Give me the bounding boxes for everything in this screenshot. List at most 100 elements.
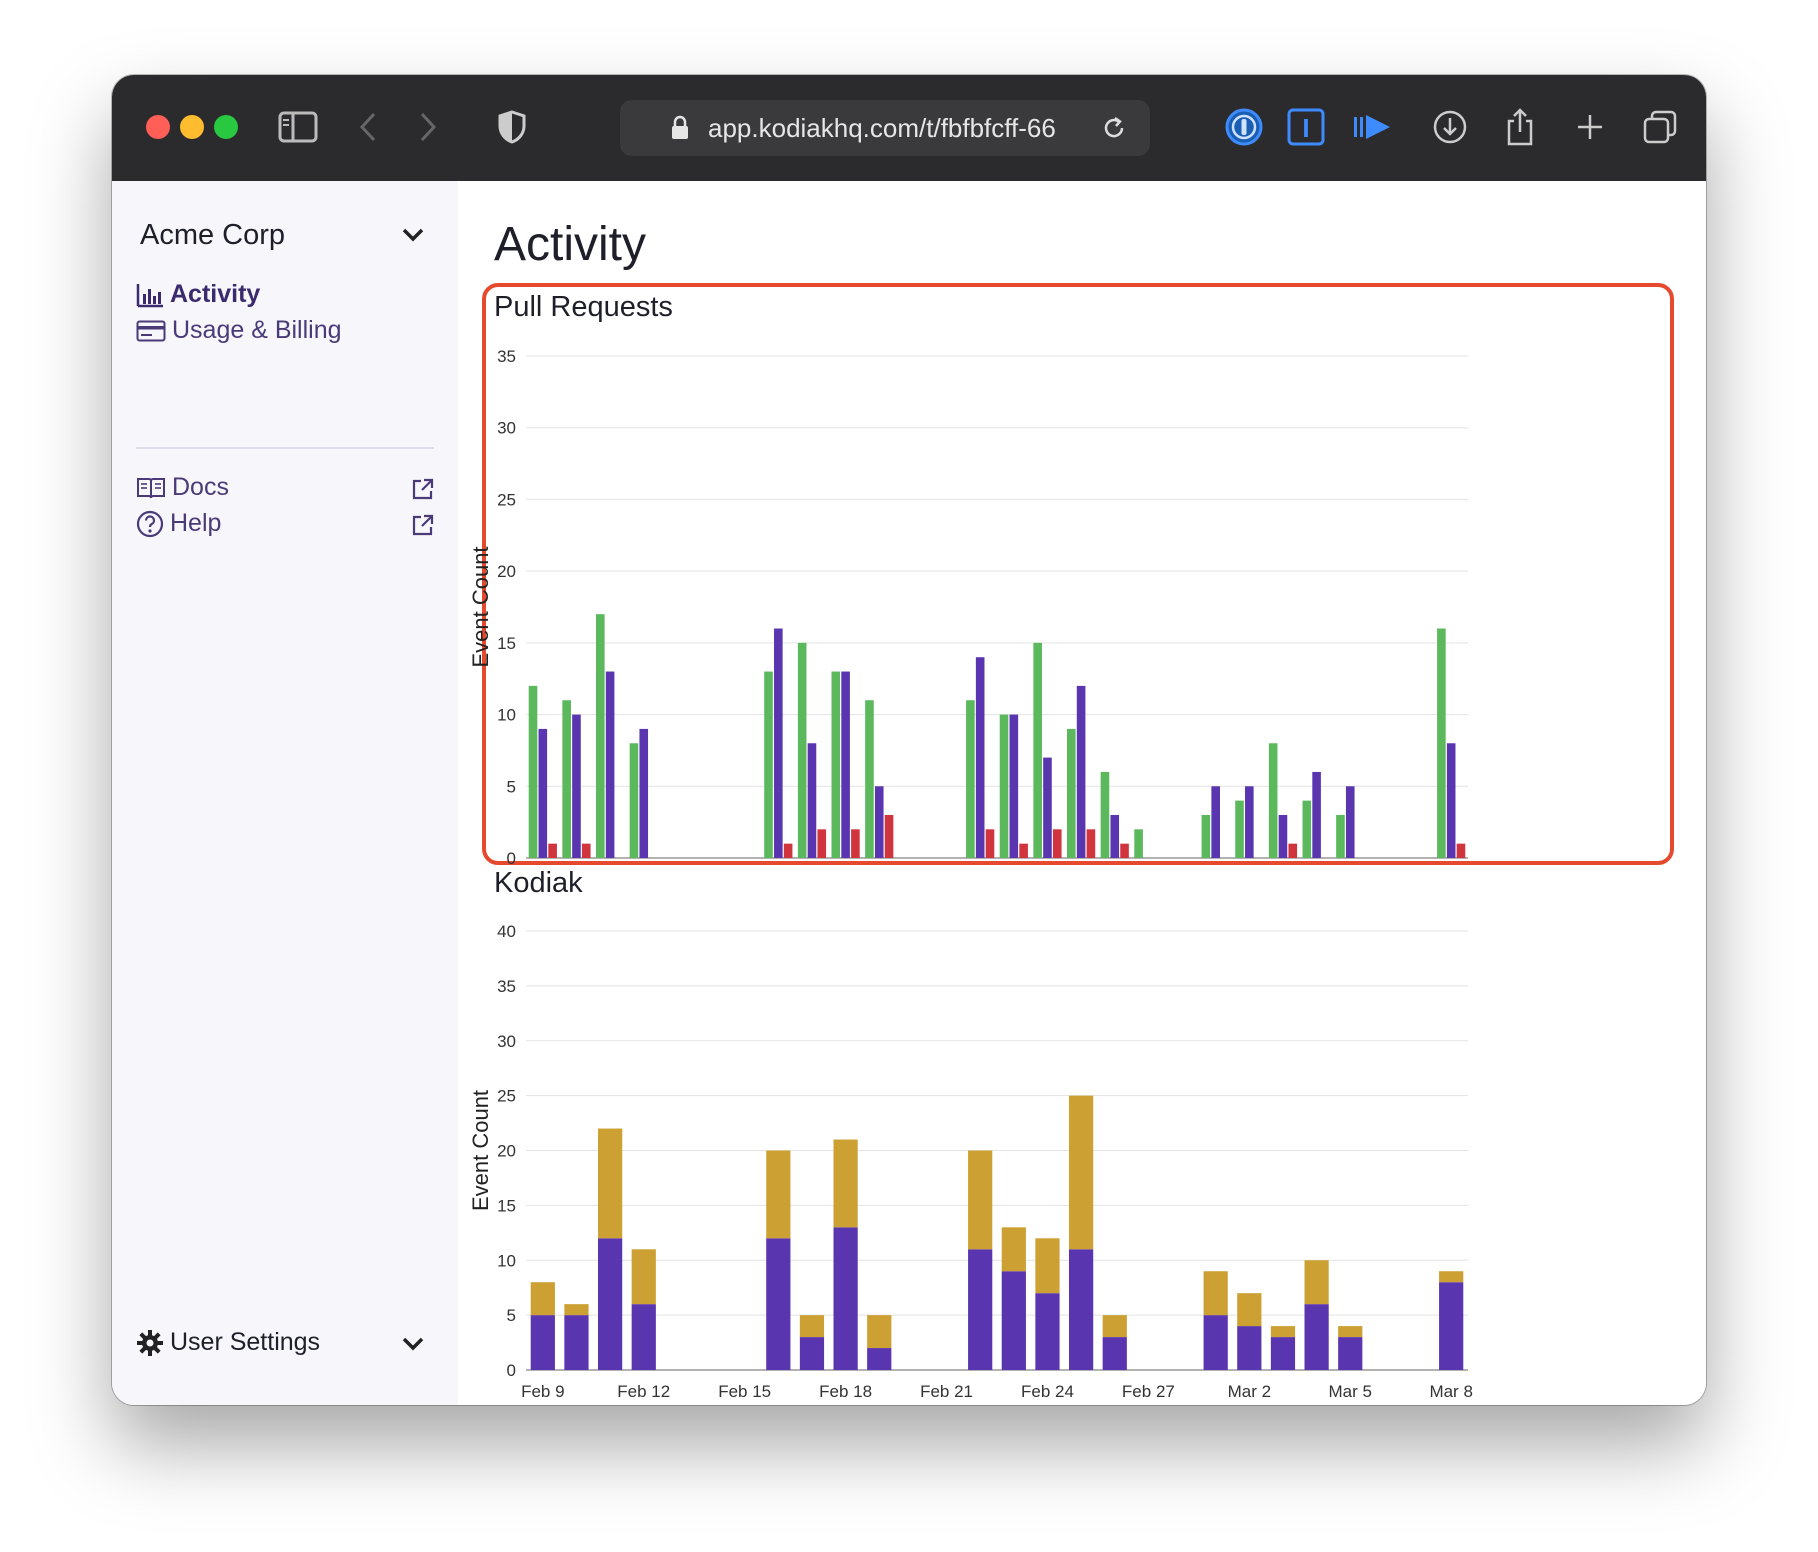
bar-series-1 (766, 1150, 791, 1239)
y-tick-label: 35 (497, 347, 516, 366)
y-tick-label: 25 (497, 490, 516, 509)
bar-series-2 (851, 829, 860, 858)
kodiak-chart: 0 5 10 15 20 25 30 35 40 Event Count Feb 9 Feb 12 Fe… (468, 922, 1473, 1401)
question-circle-icon (136, 510, 164, 537)
bar-series-1 (1245, 786, 1254, 858)
bar-series-2 (1456, 843, 1466, 858)
bar-series-0 (1068, 1249, 1094, 1370)
bar-series-0 (1033, 642, 1042, 858)
svg-text:I: I (1302, 113, 1309, 143)
close-window-button[interactable] (146, 115, 170, 139)
bar-series-2 (548, 843, 557, 858)
bar-series-2 (884, 814, 894, 858)
bar-series-0 (1067, 728, 1076, 858)
forward-icon[interactable] (406, 105, 450, 149)
bar-series-0 (1270, 1337, 1296, 1370)
new-tab-icon[interactable] (1568, 105, 1612, 149)
bar-chart-icon (136, 283, 163, 307)
x-tick-label: Feb 27 (1122, 1382, 1175, 1401)
downloads-icon[interactable] (1428, 105, 1472, 149)
bar-series-1 (799, 1315, 825, 1338)
bar-series-1 (1270, 1326, 1296, 1338)
bar-series-1 (1043, 757, 1052, 858)
reload-icon[interactable] (1100, 114, 1128, 142)
browser-window: app.kodiakhq.com/t/fbfbfcff-66 I Acme Co… (112, 75, 1706, 1405)
bar-series-0 (1237, 1326, 1262, 1370)
credit-card-icon (136, 320, 166, 341)
password-manager-icon[interactable] (1222, 105, 1266, 149)
bar-series-1 (841, 671, 850, 858)
external-link-icon[interactable] (412, 478, 434, 500)
bar-series-0 (968, 1249, 993, 1370)
browser-toolbar: app.kodiakhq.com/t/fbfbfcff-66 I (112, 75, 1706, 182)
sidebar-item-docs[interactable]: Docs (136, 473, 229, 502)
sidebar-item-usage-billing[interactable]: Usage & Billing (136, 316, 342, 345)
share-icon[interactable] (1498, 105, 1542, 149)
bar-series-1 (833, 1139, 858, 1228)
bar-series-2 (817, 829, 827, 858)
x-tick-label: Feb 21 (920, 870, 973, 871)
sidebar-item-help[interactable]: Help (136, 509, 221, 538)
bar-series-0 (1338, 1337, 1363, 1370)
bar-series-2 (1052, 829, 1062, 858)
y-tick-label: 20 (497, 562, 516, 581)
x-tick-label: Mar 5 (1329, 1382, 1372, 1401)
chevron-down-icon[interactable] (402, 1336, 424, 1352)
chart-title-kodiak: Kodiak (494, 867, 583, 899)
bar-series-0 (1035, 1293, 1060, 1370)
x-tick-label: Feb 15 (718, 1382, 771, 1401)
back-icon[interactable] (346, 105, 390, 149)
privacy-shield-icon[interactable] (490, 105, 534, 149)
user-settings-label: User Settings (170, 1328, 321, 1356)
sidebar-toggle-icon[interactable] (276, 105, 320, 149)
y-axis-label: Event Count (468, 546, 493, 667)
bar-series-1 (1102, 1315, 1127, 1338)
bar-series-0 (597, 1238, 623, 1370)
x-tick-label: Feb 24 (1021, 1382, 1074, 1401)
bar-series-0 (831, 671, 841, 858)
bar-series-1 (1009, 714, 1019, 858)
tab-overview-icon[interactable] (1638, 105, 1682, 149)
x-tick-label: Feb 12 (617, 1382, 670, 1401)
sidebar: Acme Corp Activity Usage & Billing Docs … (112, 181, 458, 1405)
address-bar[interactable]: app.kodiakhq.com/t/fbfbfcff-66 (620, 100, 1150, 156)
bar-series-0 (1302, 800, 1312, 858)
maximize-window-button[interactable] (214, 115, 238, 139)
bar-series-0 (562, 700, 571, 858)
bar-series-1 (597, 1128, 623, 1239)
sidebar-item-label: Help (170, 509, 222, 537)
book-icon (137, 477, 165, 498)
bar-series-1 (572, 714, 581, 858)
y-tick-label: 30 (497, 1032, 516, 1051)
bar-series-0 (799, 1337, 825, 1370)
bar-series-0 (528, 685, 538, 858)
instapaper-icon[interactable]: I (1284, 105, 1328, 149)
bar-series-0 (1001, 1271, 1026, 1370)
bar-series-0 (867, 1348, 892, 1370)
bar-series-0 (631, 1304, 656, 1370)
user-settings-menu[interactable]: User Settings (136, 1328, 320, 1357)
media-extension-icon[interactable] (1350, 105, 1394, 149)
bar-series-1 (530, 1282, 555, 1316)
bar-series-2 (1288, 843, 1298, 858)
org-switcher[interactable]: Acme Corp (140, 219, 285, 252)
x-tick-label: Mar 8 (1429, 1382, 1472, 1401)
x-tick-label: Feb 21 (920, 1382, 973, 1401)
bar-series-0 (1102, 1337, 1127, 1370)
bar-series-2 (985, 829, 995, 858)
bar-series-1 (867, 1315, 892, 1349)
bar-series-0 (629, 743, 639, 858)
sidebar-divider (136, 447, 434, 449)
bar-series-1 (1439, 1271, 1464, 1283)
x-tick-label: Mar 2 (1228, 1382, 1271, 1401)
sidebar-item-label: Activity (170, 280, 261, 308)
minimize-window-button[interactable] (180, 115, 204, 139)
bar-series-1 (564, 1304, 589, 1316)
chevron-down-icon[interactable] (402, 227, 424, 243)
bar-series-0 (1235, 800, 1244, 858)
bar-series-2 (1019, 843, 1028, 858)
sidebar-item-activity[interactable]: Activity (136, 280, 260, 309)
external-link-icon[interactable] (412, 514, 434, 536)
bar-series-0 (1439, 1282, 1464, 1370)
main-content: Activity Pull Requests 0 5 10 15 20 25 30 35 Eve… (458, 181, 1706, 1405)
